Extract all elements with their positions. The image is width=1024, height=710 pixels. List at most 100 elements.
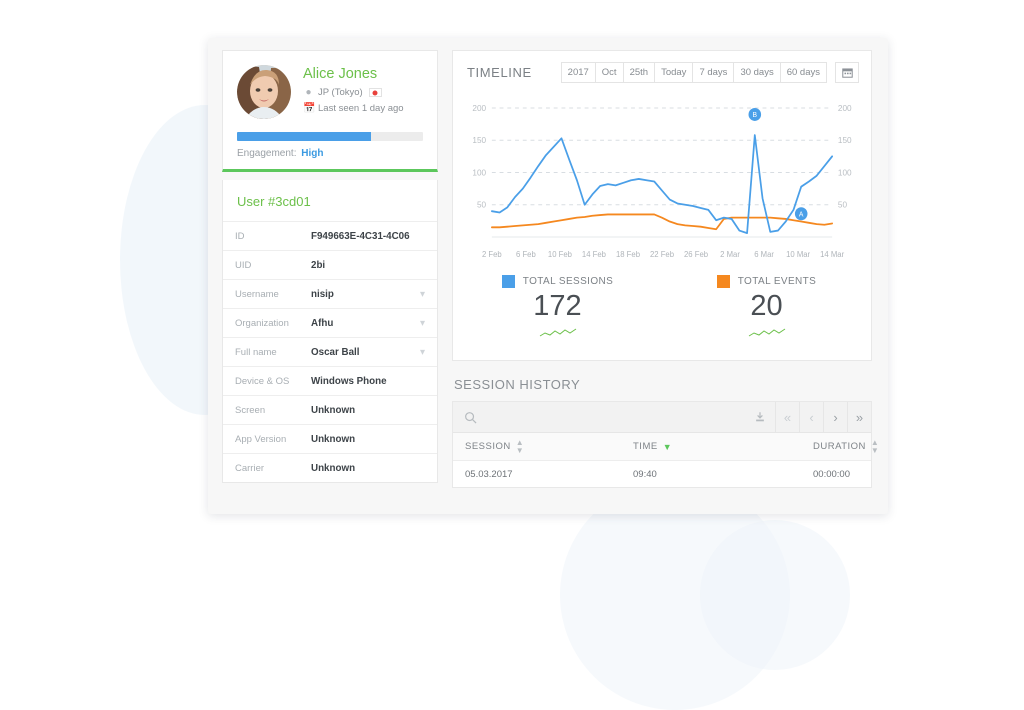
table-header-row: SESSION ▲ ▼ TIME ▼ DURATION ▲ ▼ [453,433,879,461]
engagement-progress-bar [237,132,423,141]
user-detail-row: Organization Afhu ▾ [223,308,437,337]
cell-time: 09:40 [633,468,657,480]
session-history-table: « ‹ › » SESSION ▲▼ TIME ▼ DURATION ▲▼ [452,401,879,488]
engagement-row: Engagement: High [237,148,423,159]
prev-page-button[interactable]: ‹ [799,401,823,433]
timeline-chart: 50 50 100 100 150 150 200 200 2 Feb 6 Feb 10 Feb 14… [453,94,871,269]
svg-text:6 Mar: 6 Mar [754,250,774,259]
stat-value: 172 [533,290,582,322]
column-header-session[interactable]: SESSION ▲ ▼ [453,438,633,455]
svg-text:50: 50 [838,200,847,210]
dashboard-panel: Alice Jones ● JP (Tokyo) 📅 Last seen 1 d… [208,38,888,514]
cell-session: 05.03.2017 [465,468,513,480]
column-label-time: TIME [633,441,658,452]
user-detail-value: nisip [311,288,334,300]
profile-lastseen-row: 📅 Last seen 1 day ago [303,103,404,114]
sort-icon-time[interactable]: ▼ [663,442,672,451]
svg-text:100: 100 [838,167,852,177]
table-body: 05.03.2017 09:40 00:00:00 [453,461,871,487]
calendar-icon [841,68,853,78]
edit-field-icon[interactable]: ▾ [420,347,425,358]
timeline-filter-oct[interactable]: Oct [594,62,623,83]
user-detail-label: Full name [235,346,277,358]
user-sidebar: Alice Jones ● JP (Tokyo) 📅 Last seen 1 d… [222,50,438,483]
column-label-duration: DURATION [813,441,866,452]
svg-text:100: 100 [472,167,486,177]
search-icon [465,411,477,423]
user-detail-label: Device & OS [235,375,290,387]
timeline-filter-7-days[interactable]: 7 days [692,62,734,83]
timeline-filter-60-days[interactable]: 60 days [779,62,827,83]
next-page-button[interactable]: › [823,401,847,433]
svg-text:200: 200 [472,103,486,113]
sparkline [748,328,785,337]
user-detail-row: App Version Unknown [223,424,437,453]
stat-label: TOTAL EVENTS [737,276,817,287]
timeline-header: TIMELINE 2017 Oct 25th Today 7 days 30 days 60… [453,51,871,94]
svg-text:6 Feb: 6 Feb [516,250,536,259]
user-detail-row: Username nisip ▾ [223,279,437,308]
stat-label: TOTAL SESSIONS [522,276,614,287]
user-detail-value: Unknown [311,404,356,416]
user-detail-label: UID [235,259,252,271]
avatar [237,65,291,119]
svg-text:2 Feb: 2 Feb [482,250,502,259]
user-detail-row: Full name Oscar Ball ▾ [223,337,437,366]
column-header-time[interactable]: TIME ▼ [633,441,813,452]
svg-text:10 Feb: 10 Feb [548,250,573,259]
user-detail-label: ID [235,230,245,242]
timeline-range-filters[interactable]: 2017 Oct 25th Today 7 days 30 days 60 days [560,62,827,83]
sort-icon-session[interactable]: ▲ ▼ [516,438,524,455]
user-detail-label: Organization [235,317,289,329]
user-details-title: User #3cd01 [237,194,311,209]
timeline-card: TIMELINE 2017 Oct 25th Today 7 days 30 days 60… [452,50,872,361]
user-detail-label: App Version [235,433,287,445]
profile-card: Alice Jones ● JP (Tokyo) 📅 Last seen 1 d… [222,50,438,172]
user-detail-value: Windows Phone [311,375,387,387]
first-page-button[interactable]: « [775,401,799,433]
engagement-progress-fill [237,132,371,141]
timeline-filter-25th[interactable]: 25th [622,62,655,83]
user-detail-label: Carrier [235,462,265,474]
timeline-filter-30-days[interactable]: 30 days [733,62,780,83]
main-content: TIMELINE 2017 Oct 25th Today 7 days 30 days 60… [452,50,879,488]
engagement-value: High [301,148,324,159]
svg-text:10 Mar: 10 Mar [786,250,810,259]
table-row[interactable]: 05.03.2017 09:40 00:00:00 [453,461,871,487]
profile-name: Alice Jones [303,66,378,82]
search-input[interactable] [453,411,745,424]
profile-location-row: ● JP (Tokyo) [303,87,404,98]
sort-icon-duration[interactable]: ▲ ▼ [871,438,879,455]
svg-text:2 Mar: 2 Mar [720,250,740,259]
last-page-button[interactable]: » [847,401,871,433]
svg-text:50: 50 [477,200,486,210]
user-detail-value: Unknown [311,433,356,445]
country-flag-icon [368,88,382,97]
svg-text:22 Feb: 22 Feb [650,250,675,259]
timeline-filter-2017[interactable]: 2017 [560,62,595,83]
background-decoration-right-2 [700,520,850,670]
edit-field-icon[interactable]: ▾ [420,289,425,300]
stat-block: TOTAL EVENTS 20 [662,275,871,344]
stat-block: TOTAL SESSIONS 172 [453,275,662,344]
svg-text:26 Feb: 26 Feb [684,250,709,259]
edit-field-icon[interactable]: ▾ [420,318,425,329]
calendar-picker-button[interactable] [835,62,859,83]
svg-text:200: 200 [838,103,852,113]
timeline-filter-today[interactable]: Today [654,62,693,83]
column-label-session: SESSION [465,441,511,452]
user-detail-value: Afhu [311,317,334,329]
user-detail-value: 2bi [311,259,326,271]
legend-swatch [716,275,730,288]
download-button[interactable] [745,402,775,433]
map-pin-icon: ● [305,87,312,98]
stats-summary: TOTAL SESSIONS 172 TOTAL EVENTS 20 [453,269,871,360]
user-details-list: ID F949663E-4C31-4C06 UID 2bi Username nisip ▾… [223,221,437,482]
stat-value: 20 [750,290,783,322]
timeline-title: TIMELINE [467,65,532,80]
profile-last-seen: Last seen 1 day ago [318,103,404,114]
column-header-duration[interactable]: DURATION ▲ ▼ [813,438,879,455]
svg-text:14 Mar: 14 Mar [820,250,844,259]
user-detail-label: Username [235,288,279,300]
user-detail-row: Screen Unknown [223,395,437,424]
